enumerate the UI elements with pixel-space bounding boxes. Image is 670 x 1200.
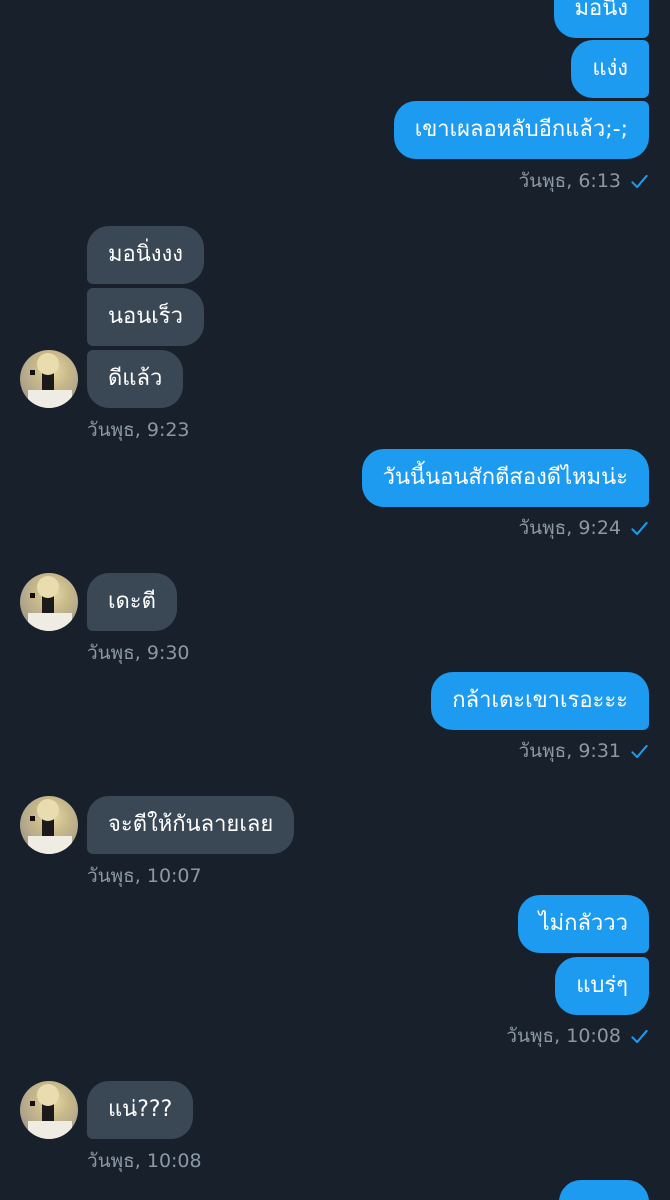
avatar-photo: [28, 353, 72, 408]
received-message[interactable]: ดีแล้ว: [87, 350, 184, 408]
message-text: แง่ง: [592, 56, 628, 81]
timestamp-text: วันพุธ, 9:31: [518, 740, 621, 762]
message-timestamp: วันพุธ, 9:23: [87, 418, 190, 442]
timestamp-text: วันพุธ, 6:13: [518, 170, 621, 192]
avatar[interactable]: [20, 350, 78, 408]
avatar[interactable]: [20, 796, 78, 854]
message-timestamp: วันพุธ, 10:08: [87, 1149, 202, 1173]
sent-message[interactable]: กล้าเตะเขาเรอะะะ: [431, 672, 649, 730]
message-text: จะตีให้กันลายเลย: [108, 812, 274, 837]
message-timestamp: วันพุธ, 6:13: [518, 169, 649, 193]
avatar-photo: [28, 1084, 72, 1139]
sent-message[interactable]: มอนิ่ง: [553, 0, 649, 38]
message-timestamp: วันพุธ, 9:30: [87, 641, 190, 665]
timestamp-text: วันพุธ, 10:08: [87, 1150, 202, 1172]
timestamp-text: วันพุธ, 9:23: [87, 419, 190, 441]
check-icon: [631, 744, 648, 758]
avatar[interactable]: [20, 1081, 78, 1139]
message-text: ดีแล้ว: [108, 366, 163, 391]
timestamp-text: วันพุธ, 9:24: [518, 517, 621, 539]
message-timestamp: วันพุธ, 9:31: [518, 739, 649, 763]
received-message[interactable]: แน่???: [87, 1081, 194, 1139]
message-text: มอนิ่งงง: [108, 242, 183, 267]
message-text: แน่???: [108, 1097, 173, 1122]
message-text: เดะตี: [108, 589, 156, 614]
received-message[interactable]: มอนิ่งงง: [87, 226, 204, 284]
message-text: ไม่กลัววว: [538, 911, 628, 936]
check-icon: [631, 521, 648, 535]
received-message[interactable]: เดะตี: [87, 573, 177, 631]
timestamp-text: วันพุธ, 9:30: [87, 642, 190, 664]
received-message[interactable]: จะตีให้กันลายเลย: [87, 796, 295, 854]
message-timestamp: วันพุธ, 10:08: [506, 1024, 649, 1048]
sent-message[interactable]: แง่ง: [571, 40, 649, 98]
message-text: กล้าเตะเขาเรอะะะ: [452, 688, 628, 713]
received-message[interactable]: นอนเร็ว: [87, 288, 204, 346]
avatar-photo: [28, 576, 72, 631]
check-icon: [631, 1029, 648, 1043]
sent-message-partial[interactable]: [559, 1180, 649, 1200]
message-timestamp: วันพุธ, 10:07: [87, 864, 202, 888]
avatar[interactable]: [20, 573, 78, 631]
avatar-photo: [28, 799, 72, 854]
message-text: มอนิ่ง: [574, 0, 629, 21]
message-timestamp: วันพุธ, 9:24: [518, 516, 649, 540]
sent-message[interactable]: วันนี้นอนสักตีสองดีไหมน่ะ: [361, 449, 649, 507]
message-text: เขาเผลอหลับอีกแล้ว;-;: [414, 117, 628, 142]
timestamp-text: วันพุธ, 10:07: [87, 865, 202, 887]
chat-thread[interactable]: มอนิ่ง แง่ง เขาเผลอหลับอีกแล้ว;-; วันพุธ…: [0, 0, 670, 1200]
timestamp-text: วันพุธ, 10:08: [506, 1025, 621, 1047]
sent-message[interactable]: แบร่ๆ: [555, 957, 649, 1015]
sent-message[interactable]: ไม่กลัววว: [517, 895, 649, 953]
sent-message[interactable]: เขาเผลอหลับอีกแล้ว;-;: [393, 101, 649, 159]
message-text: วันนี้นอนสักตีสองดีไหมน่ะ: [382, 465, 628, 490]
message-text: นอนเร็ว: [108, 304, 183, 329]
check-icon: [631, 174, 648, 188]
message-text: แบร่ๆ: [576, 973, 628, 998]
